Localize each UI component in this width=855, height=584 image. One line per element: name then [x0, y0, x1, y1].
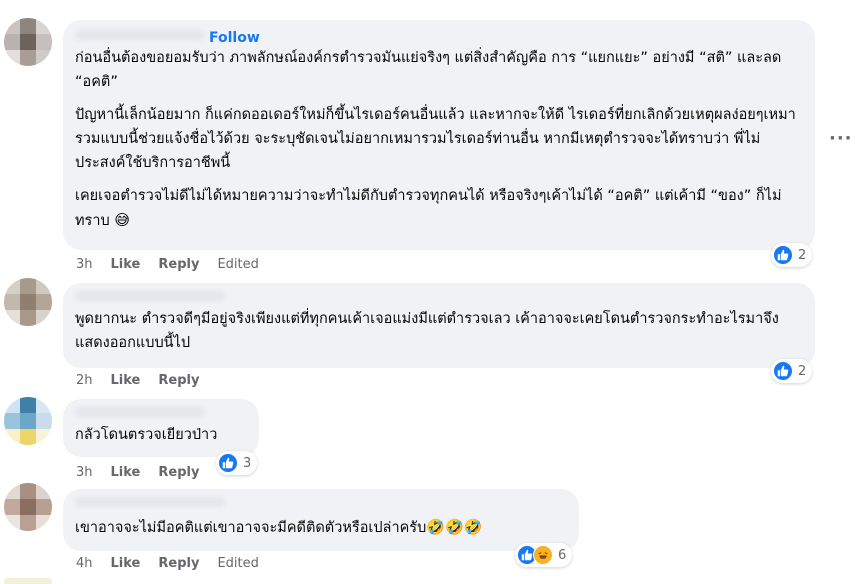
edited-label[interactable]: Edited — [217, 257, 258, 272]
sweat-smile-emoji: 😅 — [114, 211, 130, 229]
edited-label[interactable]: Edited — [217, 556, 258, 571]
like-button[interactable]: Like — [111, 373, 141, 388]
avatar[interactable] — [4, 483, 52, 531]
rofl-emoji: 🤣🤣🤣 — [426, 518, 483, 536]
author-name-redacted[interactable] — [75, 497, 225, 507]
comment-paragraph-text: เคยเจอตำรวจไม่ดีไม่ได้หมายความว่าจะทำไม่… — [75, 188, 782, 229]
timestamp[interactable]: 4h — [76, 556, 93, 571]
author-name-redacted[interactable] — [75, 30, 205, 40]
like-reaction-icon — [218, 453, 238, 473]
comment-paragraph: ปัญหานี้เล็กน้อยมาก ก็แค่กดออเดอร์ใหม่ก็… — [75, 107, 796, 171]
like-button[interactable]: Like — [111, 556, 141, 571]
reaction-summary[interactable]: 3 — [216, 451, 258, 475]
follow-link[interactable]: Follow — [209, 30, 260, 46]
reply-button[interactable]: Reply — [158, 556, 199, 571]
reply-button[interactable]: Reply — [158, 373, 199, 388]
comment-actions: 2h Like Reply — [76, 373, 199, 388]
reaction-count: 3 — [243, 455, 252, 471]
reaction-count: 2 — [798, 363, 807, 379]
timestamp[interactable]: 3h — [76, 257, 93, 272]
author-name-redacted[interactable] — [75, 291, 225, 301]
ellipsis-icon[interactable]: ··· — [829, 128, 853, 149]
reply-button[interactable]: Reply — [158, 257, 199, 272]
like-reaction-icon — [773, 245, 793, 265]
comment-bubble: เขาอาจจะไม่มีอคติแต่เขาอาจจะมีคดีติดตัวห… — [63, 489, 579, 551]
comment-paragraph: กลัวโดนตรวจเยียวป่าว — [75, 427, 218, 443]
like-reaction-icon — [773, 361, 793, 381]
comment-paragraph: ก่อนอื่นต้องขอยอมรับว่า ภาพลักษณ์องค์กรต… — [75, 50, 782, 90]
timestamp[interactable]: 2h — [76, 373, 93, 388]
comment-paragraph: พูดยากนะ ตำรวจดีๆมีอยู่จริงเพียงแต่ที่ทุ… — [75, 311, 779, 351]
reply-button[interactable]: Reply — [158, 465, 199, 480]
like-button[interactable]: Like — [111, 465, 141, 480]
reaction-summary[interactable]: 2 — [771, 359, 813, 383]
comment-bubble: พูดยากนะ ตำรวจดีๆมีอยู่จริงเพียงแต่ที่ทุ… — [63, 283, 815, 368]
comment-bubble: กลัวโดนตรวจเยียวป่าว — [63, 399, 259, 457]
author-name-redacted[interactable] — [75, 407, 205, 417]
comment-actions: 4h Like Reply Edited — [76, 556, 259, 571]
reaction-count: 2 — [798, 247, 807, 263]
comment-paragraph: เขาอาจจะไม่มีอคติแต่เขาอาจจะมีคดีติดตัวห… — [75, 515, 567, 540]
reaction-count: 6 — [558, 547, 567, 563]
comment-bubble: Follow ก่อนอื่นต้องขอยอมรับว่า ภาพลักษณ์… — [63, 20, 815, 250]
comment-actions: 3h Like Reply Edited — [76, 257, 259, 272]
avatar[interactable] — [4, 397, 52, 445]
like-button[interactable]: Like — [111, 257, 141, 272]
comment-actions: 3h Like Reply — [76, 465, 199, 480]
avatar[interactable] — [4, 278, 52, 326]
comment-paragraph: เคยเจอตำรวจไม่ดีไม่ได้หมายความว่าจะทำไม่… — [75, 184, 803, 233]
avatar[interactable] — [4, 18, 52, 66]
haha-reaction-icon — [533, 545, 553, 565]
next-avatar-edge — [4, 578, 52, 584]
timestamp[interactable]: 3h — [76, 465, 93, 480]
comment-paragraph-text: เขาอาจจะไม่มีอคติแต่เขาอาจจะมีคดีติดตัวห… — [75, 520, 427, 536]
reaction-summary[interactable]: 2 — [771, 243, 813, 267]
reaction-summary[interactable]: 6 — [515, 543, 573, 567]
